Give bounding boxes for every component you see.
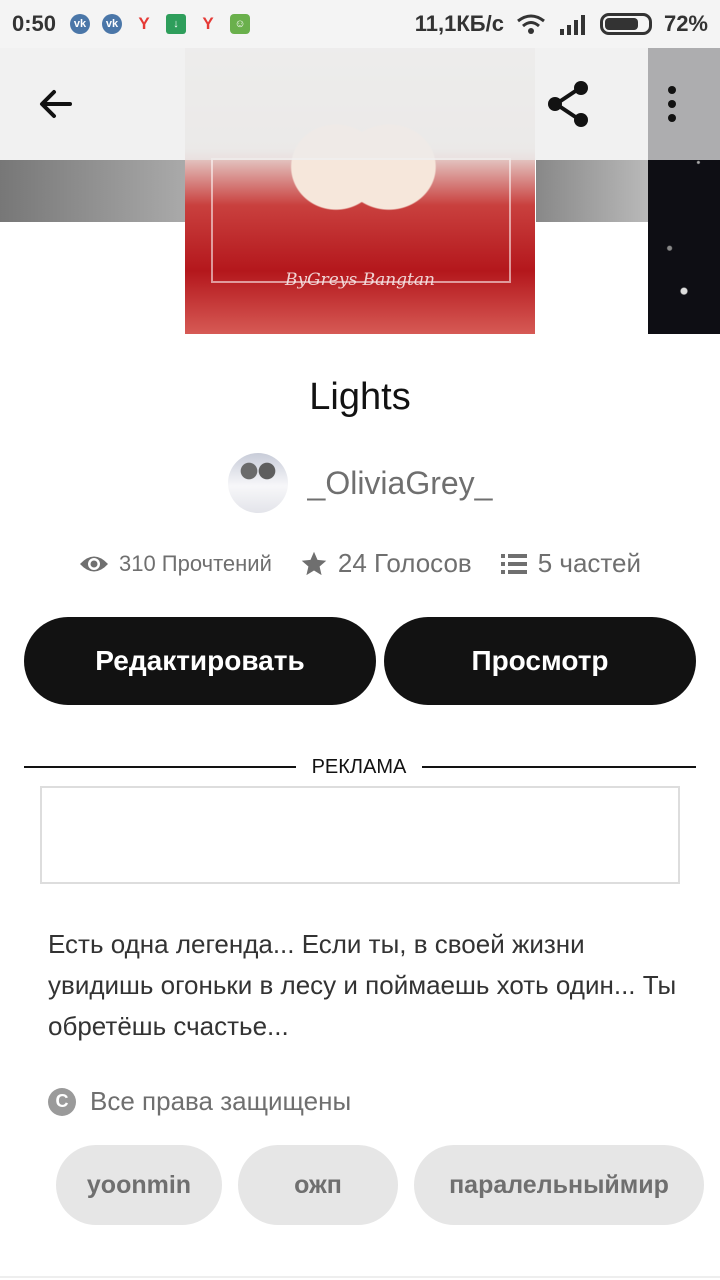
- back-button[interactable]: [16, 48, 96, 160]
- yandex-icon: Y: [138, 14, 150, 33]
- list-icon: [500, 553, 527, 574]
- signal-icon: [559, 15, 585, 35]
- vk-icon: vk: [102, 14, 123, 34]
- share-icon: [548, 81, 588, 127]
- top-toolbar: [0, 48, 720, 160]
- arrow-left-icon: [40, 90, 72, 118]
- tag-chip[interactable]: ожп: [238, 1145, 398, 1225]
- battery-percent: 72%: [663, 11, 708, 36]
- bottom-divider: [0, 1276, 720, 1278]
- previous-cover[interactable]: [0, 160, 186, 222]
- reads-stat: 310 Прочтений: [79, 551, 272, 577]
- network-speed: 11,1КБ/с: [414, 11, 504, 36]
- star-icon: [301, 551, 327, 575]
- author-name[interactable]: _OliviaGrey_: [308, 465, 493, 502]
- ad-label: РЕКЛАМА: [311, 756, 407, 778]
- divider-line: [422, 766, 696, 768]
- view-button[interactable]: Просмотр: [384, 617, 696, 705]
- story-description: Есть одна легенда... Если ты, в своей жи…: [48, 929, 677, 1041]
- ad-divider: РЕКЛАМА: [24, 756, 696, 780]
- copyright-text: Все права защищены: [90, 1086, 352, 1116]
- more-vertical-icon: [668, 86, 676, 122]
- tag-chip[interactable]: yoonmin: [56, 1145, 222, 1225]
- cover-signature: ByGreys Bangtan: [285, 270, 435, 290]
- battery-icon: [599, 13, 652, 35]
- copyright-icon: C: [48, 1087, 76, 1116]
- more-options-button[interactable]: [632, 48, 712, 160]
- share-button[interactable]: [528, 48, 608, 160]
- author-avatar[interactable]: [227, 453, 288, 513]
- android-icon: ☺: [230, 14, 251, 34]
- tag-list: yoonmin ожп паралельныймир: [56, 1145, 720, 1225]
- divider-line: [24, 766, 296, 768]
- vk-icon: vk: [70, 14, 91, 34]
- download-icon: ↓: [166, 14, 187, 34]
- votes-stat: 24 Голосов: [300, 548, 472, 579]
- next-cover[interactable]: [536, 160, 648, 222]
- votes-count: 24 Голосов: [337, 548, 472, 578]
- status-time: 0:50: [12, 11, 57, 36]
- status-bar: 0:50 vk vk Y ↓ Y ☺ 11,1КБ/с 72%: [0, 0, 720, 48]
- eye-icon: [79, 556, 108, 571]
- ad-banner[interactable]: [40, 786, 680, 884]
- author-row[interactable]: _OliviaGrey_: [0, 452, 720, 514]
- story-stats: 310 Прочтений 24 Голосов 5 частей: [0, 548, 720, 579]
- edit-button[interactable]: Редактировать: [24, 617, 376, 705]
- wifi-icon: [517, 14, 545, 34]
- copyright-row: C Все права защищены: [48, 1086, 351, 1117]
- reads-count: 310 Прочтений: [118, 550, 272, 576]
- cover-frame: [211, 158, 511, 283]
- parts-count[interactable]: 5 частей: [538, 548, 641, 579]
- tag-chip[interactable]: паралельныймир: [414, 1145, 704, 1225]
- parts-stat[interactable]: 5 частей: [500, 548, 641, 579]
- yandex-icon: Y: [202, 14, 214, 33]
- story-title: Lights: [309, 376, 411, 418]
